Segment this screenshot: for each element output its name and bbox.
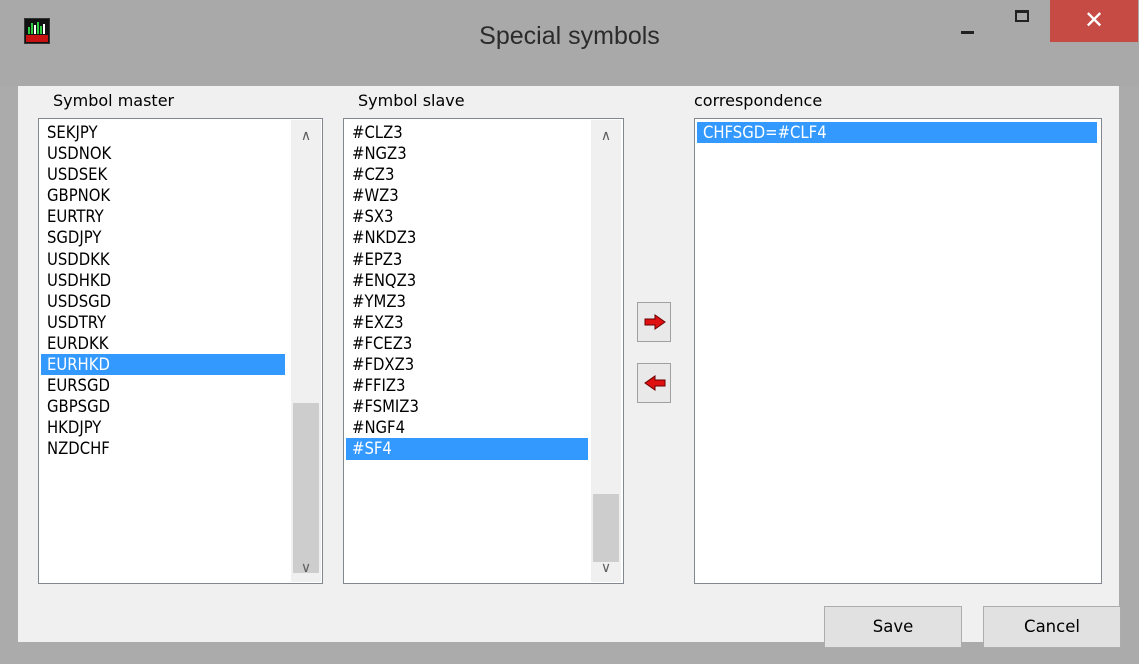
list-item[interactable]: #ENQZ3 [346, 270, 588, 291]
list-item[interactable]: #EXZ3 [346, 312, 588, 333]
scrollbar-thumb[interactable] [293, 403, 319, 573]
list-item[interactable]: #NGF4 [346, 417, 588, 438]
list-item[interactable]: SGDJPY [41, 227, 285, 248]
symbol-master-list[interactable]: SEKJPY USDNOK USDSEK GBPNOK EURTRY SGDJPY USDD… [38, 118, 323, 584]
list-item[interactable]: #FCEZ3 [346, 333, 588, 354]
list-item[interactable]: #NKDZ3 [346, 227, 588, 248]
list-item[interactable]: EURTRY [41, 206, 285, 227]
symbol-master-items: SEKJPY USDNOK USDSEK GBPNOK EURTRY SGDJPY USDD… [41, 122, 285, 460]
list-item[interactable]: GBPNOK [41, 185, 285, 206]
scroll-down-icon[interactable]: ∨ [291, 556, 321, 580]
maximize-icon [1015, 10, 1029, 22]
list-item[interactable]: USDDKK [41, 249, 285, 270]
list-item[interactable]: USDSEK [41, 164, 285, 185]
list-item[interactable]: #FSMIZ3 [346, 396, 588, 417]
symbol-slave-scrollbar[interactable]: ∧ ∨ [591, 120, 621, 582]
list-item[interactable]: USDHKD [41, 270, 285, 291]
list-item[interactable]: EURHKD [41, 354, 285, 376]
title-bar[interactable]: Special symbols ✕ [0, 0, 1139, 86]
list-item[interactable]: #YMZ3 [346, 291, 588, 312]
symbol-master-scrollbar[interactable]: ∧ ∨ [291, 120, 321, 582]
dialog-client-area: Symbol master Symbol slave correspondenc… [18, 86, 1121, 648]
list-item[interactable]: #NGZ3 [346, 143, 588, 164]
maximize-button[interactable] [1000, 0, 1044, 40]
symbol-slave-items: #CLZ3 #NGZ3 #CZ3 #WZ3 #SX3 #NKDZ3 #EPZ3 #ENQZ3 #… [346, 122, 588, 460]
list-item[interactable]: USDTRY [41, 312, 285, 333]
scroll-down-icon[interactable]: ∨ [591, 556, 621, 580]
correspondence-items: CHFSGD=#CLF4 [697, 122, 1097, 144]
list-item[interactable]: CHFSGD=#CLF4 [697, 122, 1097, 144]
remove-correspondence-button[interactable] [637, 363, 671, 403]
symbol-master-label: Symbol master [53, 91, 175, 110]
list-item[interactable]: #SX3 [346, 206, 588, 227]
symbol-slave-list[interactable]: #CLZ3 #NGZ3 #CZ3 #WZ3 #SX3 #NKDZ3 #EPZ3 #ENQZ3 #… [343, 118, 624, 584]
list-item[interactable]: #WZ3 [346, 185, 588, 206]
cancel-button[interactable]: Cancel [983, 606, 1121, 648]
list-item[interactable]: EURSGD [41, 375, 285, 396]
correspondence-label: correspondence [694, 91, 823, 110]
arrow-left-icon [644, 375, 666, 391]
list-item[interactable]: #CLZ3 [346, 122, 588, 143]
list-item[interactable]: HKDJPY [41, 417, 285, 438]
scrollbar-thumb[interactable] [593, 494, 619, 562]
minimize-button[interactable] [945, 0, 989, 40]
list-item[interactable]: USDNOK [41, 143, 285, 164]
symbol-slave-label: Symbol slave [358, 91, 465, 110]
close-icon: ✕ [1083, 6, 1105, 34]
list-item[interactable]: #FDXZ3 [346, 354, 588, 375]
scroll-up-icon[interactable]: ∧ [291, 124, 321, 148]
special-symbols-window: Special symbols ✕ Symbol master Symbol s… [0, 0, 1139, 664]
list-item[interactable]: #EPZ3 [346, 249, 588, 270]
minimize-icon [961, 31, 974, 34]
scroll-up-icon[interactable]: ∧ [591, 124, 621, 148]
list-item[interactable]: #FFIZ3 [346, 375, 588, 396]
list-item[interactable]: EURDKK [41, 333, 285, 354]
list-item[interactable]: USDSGD [41, 291, 285, 312]
list-item[interactable]: NZDCHF [41, 438, 285, 459]
add-correspondence-button[interactable] [637, 302, 671, 342]
save-button[interactable]: Save [824, 606, 962, 648]
list-item[interactable]: #CZ3 [346, 164, 588, 185]
correspondence-list[interactable]: CHFSGD=#CLF4 [694, 118, 1102, 584]
close-button[interactable]: ✕ [1050, 0, 1138, 42]
list-item[interactable]: #SF4 [346, 438, 588, 460]
arrow-right-icon [644, 314, 666, 330]
list-item[interactable]: SEKJPY [41, 122, 285, 143]
list-item[interactable]: GBPSGD [41, 396, 285, 417]
